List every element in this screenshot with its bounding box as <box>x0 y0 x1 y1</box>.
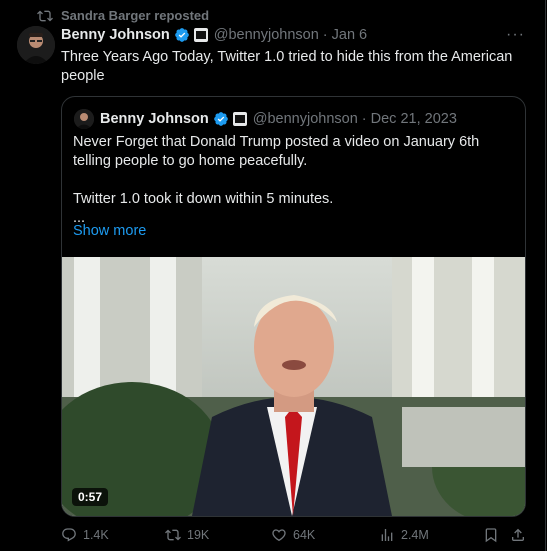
author-avatar[interactable] <box>17 26 55 64</box>
like-button[interactable]: 64K <box>271 527 315 543</box>
repost-icon <box>37 10 53 22</box>
share-button[interactable] <box>510 527 526 543</box>
like-count: 64K <box>293 528 316 542</box>
verified-badge-icon[interactable] <box>174 27 190 43</box>
tweet-header: Benny Johnson @bennyjohnson · Jan 6 <box>61 27 525 43</box>
author-handle[interactable]: @bennyjohnson <box>214 27 319 43</box>
reply-count: 1.4K <box>83 528 109 542</box>
share-icon <box>512 528 524 541</box>
reply-button[interactable]: 1.4K <box>61 527 109 543</box>
views-count: 2.4M <box>401 528 429 542</box>
affiliate-badge-icon[interactable] <box>193 28 208 42</box>
video-player[interactable]: 0:57 <box>62 257 525 516</box>
quote-header: Benny Johnson @bennyjohnson · Dec 21, 20… <box>74 109 457 129</box>
bookmark-button[interactable] <box>483 527 499 543</box>
author-name[interactable]: Benny Johnson <box>61 27 170 43</box>
views-button[interactable]: 2.4M <box>379 527 429 543</box>
repost-icon <box>165 529 181 541</box>
more-icon[interactable]: ··· <box>506 26 525 44</box>
repost-button[interactable]: 19K <box>165 527 209 543</box>
repost-count: 19K <box>187 528 210 542</box>
affiliate-badge-icon <box>232 112 247 126</box>
repost-text[interactable]: Sandra Barger reposted <box>61 8 209 23</box>
heart-icon <box>272 529 286 542</box>
bookmark-icon <box>485 528 497 543</box>
quote-date: Dec 21, 2023 <box>370 111 457 127</box>
quoted-tweet[interactable]: Benny Johnson @bennyjohnson · Dec 21, 20… <box>61 96 526 517</box>
action-bar: 1.4K 19K 64K 2.4M <box>61 527 526 547</box>
repost-indicator: Sandra Barger reposted <box>37 8 209 23</box>
separator-dot: · <box>322 27 328 43</box>
tweet-date[interactable]: Jan 6 <box>332 27 367 43</box>
reply-icon <box>62 528 76 542</box>
separator-dot: · <box>361 111 367 127</box>
video-duration: 0:57 <box>72 488 109 506</box>
show-more-link[interactable]: Show more <box>73 223 146 239</box>
video-thumbnail <box>62 257 525 516</box>
quote-text: Never Forget that Donald Trump posted a … <box>73 134 480 226</box>
tweet[interactable]: Sandra Barger reposted Benny Johnson @be… <box>0 0 546 551</box>
quote-author-handle: @bennyjohnson <box>252 111 358 127</box>
verified-badge-icon <box>213 112 228 126</box>
views-icon <box>381 529 393 541</box>
quote-author-name: Benny Johnson <box>100 111 209 127</box>
quote-author-avatar <box>74 109 94 129</box>
tweet-text: Three Years Ago Today, Twitter 1.0 tried… <box>61 49 513 84</box>
